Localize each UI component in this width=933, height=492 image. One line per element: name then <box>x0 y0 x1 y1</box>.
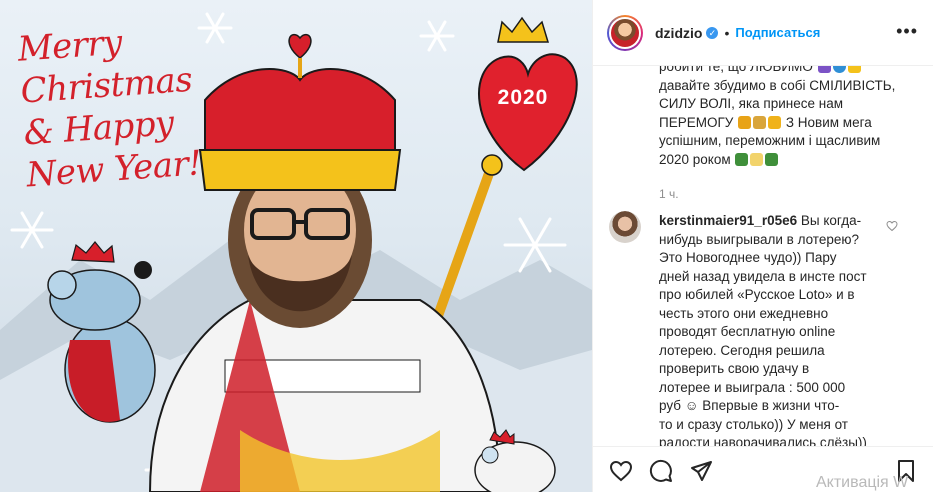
emoji-icon <box>765 152 779 166</box>
activation-watermark: Активація W <box>816 474 909 491</box>
emoji-icon <box>832 66 846 73</box>
comment-line: kerstinmaier91_r05e6 Вы когда- <box>659 213 862 228</box>
caption-line: ПЕРЕМОГУ З Новим мега <box>659 114 872 130</box>
comment-line: проверить свою удачу в <box>659 361 810 376</box>
separator-dot: • <box>724 24 730 41</box>
post-username[interactable]: dzidzio <box>655 25 702 41</box>
avatar-image <box>609 16 641 49</box>
post-caption: робити те, що ЛЮБИМО давайте збудимо в с… <box>659 66 919 169</box>
caption-line: робити те, що ЛЮБИМО <box>659 66 919 77</box>
emoji-icon <box>738 115 752 129</box>
follow-button[interactable]: Подписаться <box>735 25 820 40</box>
comment-line: руб ☺ Впервые в жизни что- <box>659 398 840 413</box>
caption-line: давайте збудимо в собі СМІЛИВІСТЬ, <box>659 77 896 93</box>
comment-line: Это Новогоднее чудо)) Пару <box>659 250 837 265</box>
greeting-text: Merry Christmas & Happy New Year! <box>16 16 217 197</box>
post-sidebar: dzidzio ✓ • Подписаться ••• робити те, щ… <box>592 0 933 492</box>
comment-line: проводят бесплатную online <box>659 324 836 339</box>
comment-username[interactable]: kerstinmaier91_r05e6 <box>659 213 797 228</box>
post-header: dzidzio ✓ • Подписаться ••• <box>593 0 933 66</box>
emoji-icon <box>847 66 861 73</box>
emoji-icon <box>768 115 782 129</box>
comment: kerstinmaier91_r05e6 Вы когда- нибудь вы… <box>659 212 885 446</box>
caption-line: 2020 роком <box>659 151 919 170</box>
more-icon[interactable]: ••• <box>896 22 918 40</box>
comment-icon[interactable] <box>649 459 673 483</box>
share-icon[interactable] <box>689 459 713 483</box>
emoji-icon <box>817 66 831 73</box>
comments-area[interactable]: робити те, що ЛЮБИМО давайте збудимо в с… <box>593 66 933 446</box>
verified-icon: ✓ <box>706 26 719 39</box>
year-label: 2020 <box>497 86 549 109</box>
comment-avatar[interactable] <box>609 211 641 243</box>
emoji-icon <box>735 152 749 166</box>
comment-like-icon[interactable] <box>886 220 898 232</box>
emoji-icon <box>750 152 764 166</box>
post-timestamp[interactable]: 1 ч. <box>659 187 679 201</box>
comment-line: радости наворачивались слёзы)) <box>659 435 867 446</box>
caption-line: успішним, переможним і щасливим <box>659 133 881 148</box>
post-image[interactable]: Merry Christmas & Happy New Year! 2020 <box>0 0 592 492</box>
comment-line: нибудь выигрывали в лотерею? <box>659 231 859 247</box>
avatar[interactable] <box>607 14 643 51</box>
heart-icon[interactable] <box>609 459 633 483</box>
comment-line: лотерее и выиграла : 500 000 <box>659 379 846 395</box>
comment-line: дней назад увидела в инсте пост <box>659 268 867 284</box>
comment-line: лотерею. Сегодня решила <box>659 342 825 358</box>
comment-line: то и сразу столько)) У меня от <box>659 416 848 432</box>
comment-line: про юбилей «Русское Loto» и в <box>659 287 855 302</box>
comment-line: честь этого они ежедневно <box>659 305 829 321</box>
caption-line: СИЛУ ВОЛІ, яка принесе нам <box>659 96 844 111</box>
emoji-icon <box>753 115 767 129</box>
